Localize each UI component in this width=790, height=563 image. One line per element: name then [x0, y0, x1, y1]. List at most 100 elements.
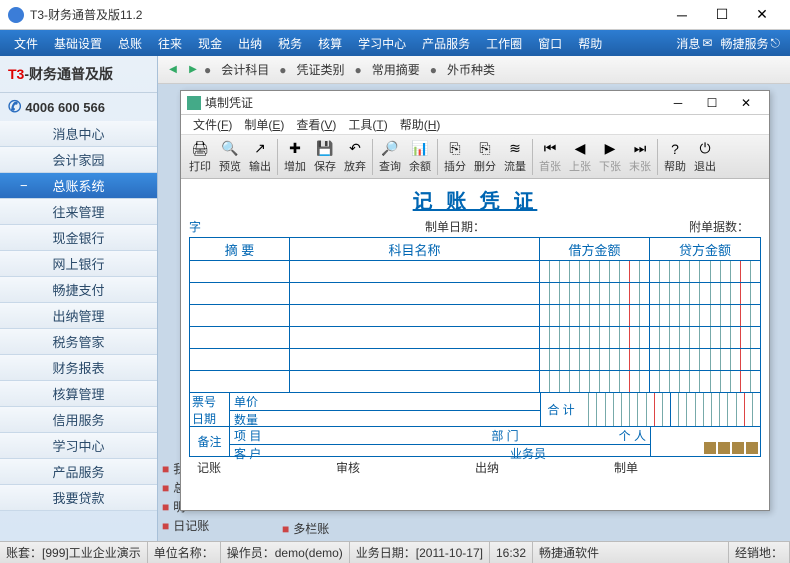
- menu-help[interactable]: 帮助: [570, 35, 610, 52]
- app-icon: [8, 7, 24, 23]
- menu-window[interactable]: 窗口: [530, 35, 570, 52]
- col-debit: 借方金额: [540, 238, 650, 260]
- table-row[interactable]: [190, 370, 760, 392]
- toolbar-首张: ⏮首张: [535, 138, 565, 176]
- toolbar-流量[interactable]: ≋流量: [500, 138, 530, 176]
- menu-file[interactable]: 文件: [6, 35, 46, 52]
- table-row[interactable]: [190, 260, 760, 282]
- table-row[interactable]: [190, 282, 760, 304]
- sidebar-item[interactable]: 核算管理: [0, 381, 157, 407]
- toolbar-帮助[interactable]: ?帮助: [660, 138, 690, 176]
- toolbar-余额[interactable]: 📊余额: [405, 138, 435, 176]
- voucher-max-button[interactable]: ☐: [695, 92, 729, 114]
- menu-service[interactable]: 畅捷服务 ⎋: [716, 35, 784, 52]
- sidebar-item[interactable]: 信用服务: [0, 407, 157, 433]
- menu-gl[interactable]: 总账: [110, 35, 150, 52]
- sidebar-item[interactable]: 出纳管理: [0, 303, 157, 329]
- toolbar-放弃[interactable]: ↶放弃: [340, 138, 370, 176]
- maximize-button[interactable]: ☐: [702, 1, 742, 29]
- menu-cashier[interactable]: 出纳: [230, 35, 270, 52]
- close-button[interactable]: ✕: [742, 1, 782, 29]
- menu-ar[interactable]: 往来: [150, 35, 190, 52]
- voucher-close-button[interactable]: ✕: [729, 92, 763, 114]
- toolbar-输出[interactable]: ↗输出: [245, 138, 275, 176]
- toolbar-保存[interactable]: 💾保存: [310, 138, 340, 176]
- menu-tax[interactable]: 税务: [270, 35, 310, 52]
- sidebar-item[interactable]: 消息中心: [0, 121, 157, 147]
- col-summary: 摘 要: [190, 238, 290, 260]
- menubar: 文件 基础设置 总账 往来 现金 出纳 税务 核算 学习中心 产品服务 工作圈 …: [0, 30, 790, 56]
- toolbar-预览[interactable]: 🔍预览: [215, 138, 245, 176]
- voucher-icon: [187, 96, 201, 110]
- menu-basic[interactable]: 基础设置: [46, 35, 110, 52]
- nav-fwd-icon[interactable]: ▶: [184, 61, 202, 79]
- menu-acct[interactable]: 核算: [310, 35, 350, 52]
- toolbar-查询[interactable]: 🔎查询: [375, 138, 405, 176]
- logo: T3-财务通普及版: [0, 56, 157, 93]
- toolbar-末张: ⏭末张: [625, 138, 655, 176]
- tab-vtype[interactable]: 凭证类别: [289, 61, 353, 78]
- voucher-window: 填制凭证 ─ ☐ ✕ 文件(F)制单(E)查看(V)工具(T)帮助(H) 🖨打印…: [180, 90, 770, 511]
- voucher-menubar: 文件(F)制单(E)查看(V)工具(T)帮助(H): [181, 115, 769, 135]
- tab-currency[interactable]: 外币种类: [439, 61, 503, 78]
- sidebar-item[interactable]: 我要贷款: [0, 485, 157, 511]
- table-row[interactable]: [190, 326, 760, 348]
- menu-message[interactable]: 消息 ✉: [672, 35, 716, 52]
- voucher-grid[interactable]: 摘 要 科目名称 借方金额 贷方金额: [189, 237, 761, 393]
- sidebar-item[interactable]: 财务报表: [0, 355, 157, 381]
- voucher-min-button[interactable]: ─: [661, 92, 695, 114]
- tab-subject[interactable]: 会计科目: [213, 61, 277, 78]
- sidebar-item[interactable]: 现金银行: [0, 225, 157, 251]
- voucher-signatures: 记账 审核 出纳 制单: [189, 457, 761, 478]
- mini-icon[interactable]: [732, 442, 744, 454]
- voucher-body: 记 账 凭 证 字 制单日期： 附单据数： 摘 要 科目名称 借方金额 贷方金额: [181, 179, 769, 510]
- toolbar-打印[interactable]: 🖨打印: [185, 138, 215, 176]
- toolbar-退出[interactable]: ⏻退出: [690, 138, 720, 176]
- mini-icon[interactable]: [746, 442, 758, 454]
- sidebar-item[interactable]: 畅捷支付: [0, 277, 157, 303]
- voucher-menu[interactable]: 查看(V): [290, 116, 342, 133]
- sidebar: T3-财务通普及版 ✆ 4006 600 566 消息中心会计家园总账系统往来管…: [0, 56, 158, 541]
- toolbar-上张: ◀上张: [565, 138, 595, 176]
- side-link-multi[interactable]: ■多栏账: [282, 520, 329, 537]
- toolbar-删分[interactable]: ⎘删分: [470, 138, 500, 176]
- voucher-header: 字 制单日期： 附单据数：: [189, 216, 761, 237]
- menu-product[interactable]: 产品服务: [414, 35, 478, 52]
- toolbar-下张: ▶下张: [595, 138, 625, 176]
- voucher-menu[interactable]: 帮助(H): [394, 116, 447, 133]
- mini-icon[interactable]: [718, 442, 730, 454]
- sidebar-item[interactable]: 网上银行: [0, 251, 157, 277]
- menu-cash[interactable]: 现金: [190, 35, 230, 52]
- toolbar-插分[interactable]: ⎘插分: [440, 138, 470, 176]
- col-subject: 科目名称: [290, 238, 540, 260]
- col-credit: 贷方金额: [650, 238, 760, 260]
- voucher-menu[interactable]: 工具(T): [342, 116, 393, 133]
- sidebar-item[interactable]: 学习中心: [0, 433, 157, 459]
- table-row[interactable]: [190, 304, 760, 326]
- sidebar-item[interactable]: 总账系统: [0, 173, 157, 199]
- window-title: T3-财务通普及版11.2: [30, 6, 662, 23]
- voucher-doc-title: 记 账 凭 证: [189, 183, 761, 216]
- voucher-menu[interactable]: 文件(F): [187, 116, 238, 133]
- sidebar-item[interactable]: 产品服务: [0, 459, 157, 485]
- menu-work[interactable]: 工作圈: [478, 35, 530, 52]
- statusbar: 账套：[999]工业企业演示 单位名称： 操作员：demo(demo) 业务日期…: [0, 541, 790, 563]
- sidebar-item[interactable]: 会计家园: [0, 147, 157, 173]
- voucher-menu[interactable]: 制单(E): [238, 116, 290, 133]
- voucher-titlebar: 填制凭证 ─ ☐ ✕: [181, 91, 769, 115]
- toolbar-增加[interactable]: ✚增加: [280, 138, 310, 176]
- mini-icon[interactable]: [704, 442, 716, 454]
- nav-list: 消息中心会计家园总账系统往来管理现金银行网上银行畅捷支付出纳管理税务管家财务报表…: [0, 121, 157, 541]
- top-toolbar: ◀ ▶ ●会计科目 ●凭证类别 ●常用摘要 ●外币种类: [158, 56, 790, 84]
- minimize-button[interactable]: ─: [662, 1, 702, 29]
- table-row[interactable]: [190, 348, 760, 370]
- menu-learn[interactable]: 学习中心: [350, 35, 414, 52]
- nav-back-icon[interactable]: ◀: [164, 61, 182, 79]
- voucher-footer1: 票号日期 单价 数量 合 计: [189, 393, 761, 427]
- voucher-toolbar: 🖨打印🔍预览↗输出✚增加💾保存↶放弃🔎查询📊余额⎘插分⎘删分≋流量⏮首张◀上张▶…: [181, 135, 769, 179]
- phone: ✆ 4006 600 566: [0, 93, 157, 121]
- sidebar-item[interactable]: 税务管家: [0, 329, 157, 355]
- tab-summary[interactable]: 常用摘要: [364, 61, 428, 78]
- titlebar: T3-财务通普及版11.2 ─ ☐ ✕: [0, 0, 790, 30]
- sidebar-item[interactable]: 往来管理: [0, 199, 157, 225]
